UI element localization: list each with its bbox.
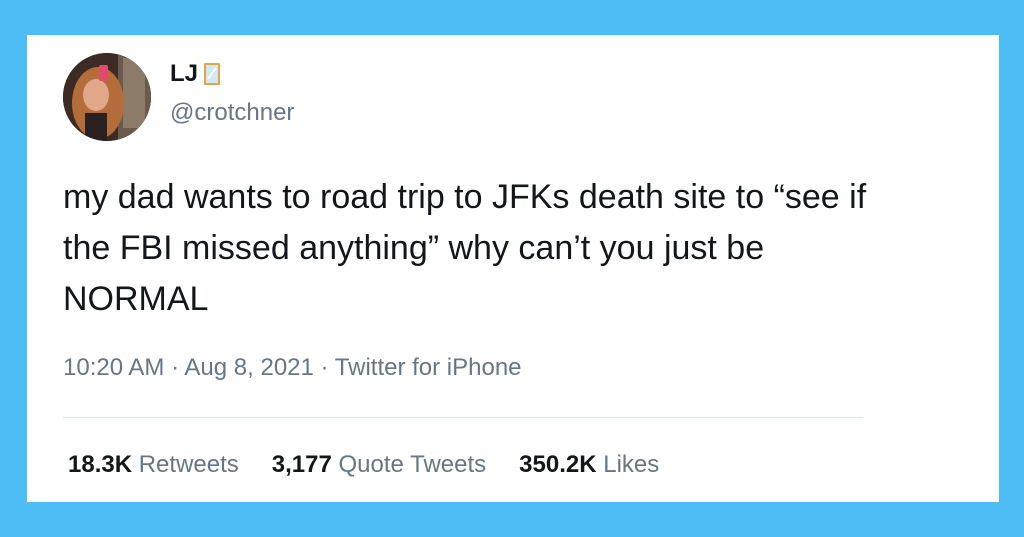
author-display-name[interactable]: LJ bbox=[170, 60, 198, 88]
tweet-source[interactable]: Twitter for iPhone bbox=[335, 354, 522, 381]
mirror-icon bbox=[203, 62, 221, 86]
retweets-count: 18.3K bbox=[68, 451, 133, 478]
likes-count: 350.2K bbox=[519, 451, 597, 478]
tweet-time[interactable]: 10:20 AM bbox=[63, 354, 164, 381]
divider bbox=[63, 417, 863, 418]
author-handle[interactable]: @crotchner bbox=[170, 99, 294, 127]
author-name-row: LJ bbox=[170, 60, 221, 88]
quote-tweets-stat[interactable]: 3,177 Quote Tweets bbox=[272, 450, 486, 480]
meta-separator: · bbox=[320, 354, 329, 381]
quote-tweets-count: 3,177 bbox=[271, 451, 332, 478]
tweet-stats: 18.3K Retweets 3,177 Quote Tweets 350.2K… bbox=[68, 450, 692, 480]
retweets-label: Retweets bbox=[138, 451, 239, 478]
avatar-photo-icon bbox=[63, 53, 151, 141]
meta-separator: · bbox=[171, 354, 180, 381]
avatar[interactable] bbox=[63, 53, 151, 141]
retweets-stat[interactable]: 18.3K Retweets bbox=[68, 450, 239, 480]
likes-stat[interactable]: 350.2K Likes bbox=[519, 450, 659, 480]
tweet-date[interactable]: Aug 8, 2021 bbox=[184, 354, 313, 381]
likes-label: Likes bbox=[603, 451, 660, 478]
quote-tweets-label: Quote Tweets bbox=[338, 451, 487, 478]
tweet-text: my dad wants to road trip to JFKs death … bbox=[63, 178, 867, 318]
tweet-meta: 10:20 AM · Aug 8, 2021 · Twitter for iPh… bbox=[63, 353, 522, 383]
